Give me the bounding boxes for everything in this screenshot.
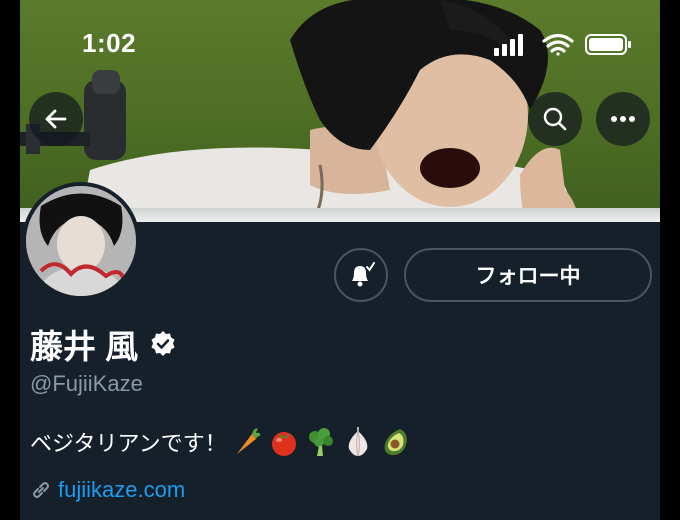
status-icons bbox=[494, 32, 634, 63]
display-name: 藤井 風 bbox=[30, 320, 178, 368]
display-name-text: 藤井 風 bbox=[30, 328, 139, 365]
handle: @FujiiKaze bbox=[30, 371, 143, 396]
tomato-emoji-icon bbox=[271, 432, 296, 456]
signal-icon bbox=[494, 34, 523, 56]
search-icon bbox=[543, 107, 567, 131]
status-bar: 1:02 bbox=[0, 0, 680, 90]
link-icon bbox=[33, 482, 49, 498]
following-button[interactable]: フォロー中 bbox=[404, 248, 652, 302]
notification-button[interactable] bbox=[334, 248, 388, 302]
search-button[interactable] bbox=[528, 92, 582, 146]
carrot-emoji-icon bbox=[235, 428, 260, 455]
status-time: 1:02 bbox=[82, 28, 137, 58]
wifi-icon bbox=[542, 33, 574, 56]
avatar-image bbox=[26, 186, 136, 296]
bell-notification-icon bbox=[352, 262, 375, 287]
website-link-text[interactable]: fujiikaze.com bbox=[58, 477, 185, 503]
website-link[interactable]: fujiikaze.com bbox=[30, 477, 185, 503]
more-button[interactable] bbox=[596, 92, 650, 146]
garlic-emoji-icon bbox=[348, 427, 367, 457]
back-arrow-icon bbox=[45, 109, 67, 129]
verified-badge-icon bbox=[151, 331, 175, 356]
bio-text: ベジタリアンです！ bbox=[30, 431, 227, 456]
more-icon bbox=[611, 116, 635, 122]
broccoli-emoji-icon bbox=[308, 428, 333, 456]
battery-icon bbox=[585, 34, 631, 55]
avatar[interactable] bbox=[22, 182, 140, 300]
back-button[interactable] bbox=[29, 92, 83, 146]
bio: ベジタリアンです！ bbox=[30, 425, 412, 459]
avocado-emoji-icon bbox=[384, 429, 407, 456]
